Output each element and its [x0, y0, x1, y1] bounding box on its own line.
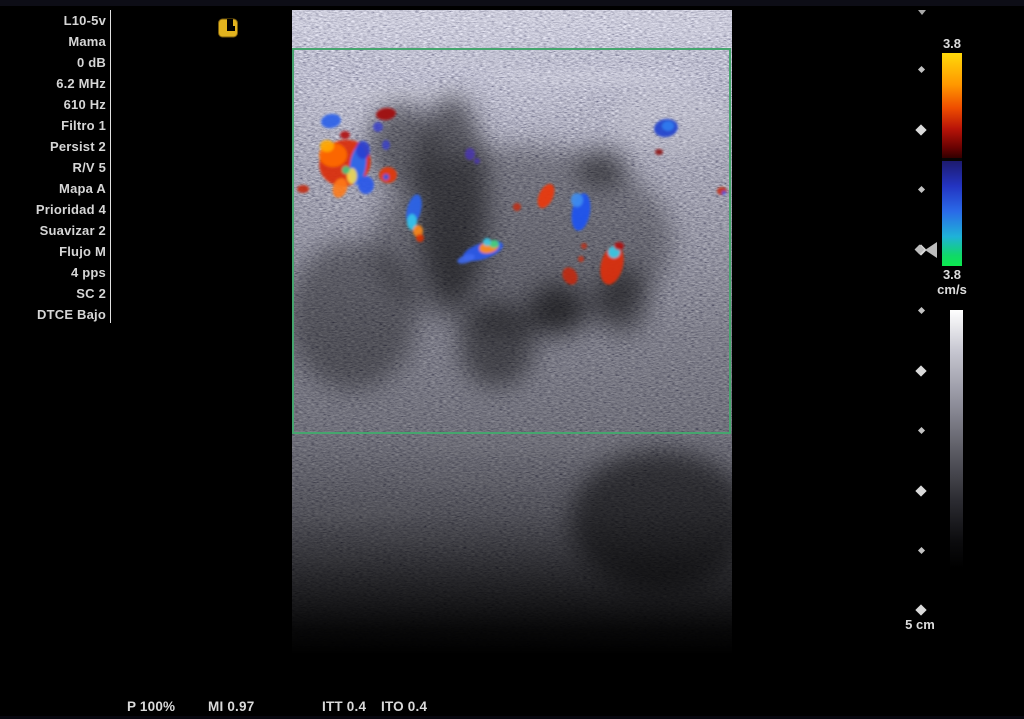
doppler-flow-blob	[320, 140, 334, 152]
doppler-colorbar	[942, 53, 962, 266]
doppler-flow-blob	[465, 148, 475, 160]
focus-marker-icon[interactable]	[925, 242, 937, 258]
depth-tick-diamond-icon	[915, 485, 926, 496]
sidebar-param: Prioridad 4	[0, 199, 106, 220]
doppler-flow-blob	[342, 166, 350, 174]
depth-tick-diamond-icon	[918, 66, 925, 73]
ultrasound-screen: L10-5vMama0 dB6.2 MHz610 HzFiltro 1Persi…	[0, 0, 1024, 719]
acoustic-power-readout: P 100%	[127, 699, 175, 714]
doppler-flow-blob	[722, 191, 726, 195]
doppler-flow-blob	[474, 158, 480, 164]
colorbar-positive-gradient	[942, 53, 962, 158]
doppler-flow-blob	[373, 122, 383, 132]
grayscale-bar	[950, 310, 963, 568]
depth-tick-triangle-icon	[918, 10, 926, 15]
doppler-flow-blob	[383, 174, 389, 180]
colorbar-negative-gradient	[942, 161, 962, 266]
depth-scale-label: 5 cm	[898, 617, 942, 632]
depth-tick-diamond-icon	[918, 186, 925, 193]
doppler-flow-blob	[416, 234, 424, 242]
depth-tick-diamond-icon	[915, 365, 926, 376]
depth-shading	[292, 10, 732, 655]
doppler-flow-blob	[571, 193, 583, 207]
sidebar-param: Flujo M	[0, 241, 106, 262]
sidebar-param: 0 dB	[0, 52, 106, 73]
sidebar-divider	[110, 10, 111, 323]
sidebar-param: 610 Hz	[0, 94, 106, 115]
sidebar-param: 4 pps	[0, 262, 106, 283]
velocity-scale-max: 3.8	[938, 36, 966, 51]
doppler-flow-blob	[356, 141, 370, 159]
sidebar-param: DTCE Bajo	[0, 304, 106, 325]
doppler-flow-blob	[358, 176, 374, 194]
sidebar-param: Persist 2	[0, 136, 106, 157]
ultrasound-image[interactable]	[292, 10, 732, 655]
top-strip	[0, 0, 1024, 6]
probe-orientation-marker-icon	[218, 18, 238, 38]
sidebar-param: Mama	[0, 31, 106, 52]
doppler-flow-blob	[662, 121, 674, 131]
velocity-scale-min: 3.8	[938, 267, 966, 282]
doppler-flow-blob	[614, 242, 624, 250]
sidebar-param: Mapa A	[0, 178, 106, 199]
depth-tick-diamond-icon	[918, 427, 925, 434]
doppler-flow-blob	[340, 131, 350, 139]
thermal-index-soft-tissue-readout: ITT 0.4	[322, 699, 366, 714]
sidebar-param: L10-5v	[0, 10, 106, 31]
sidebar-param: SC 2	[0, 283, 106, 304]
sidebar-params: L10-5vMama0 dB6.2 MHz610 HzFiltro 1Persi…	[0, 10, 106, 325]
sidebar-param: 6.2 MHz	[0, 73, 106, 94]
depth-tick-diamond-icon	[918, 547, 925, 554]
sidebar-param: R/V 5	[0, 157, 106, 178]
doppler-flow-blob	[297, 185, 309, 193]
doppler-flow-blob	[578, 256, 584, 262]
mechanical-index-readout: MI 0.97	[208, 699, 254, 714]
doppler-flow-blob	[382, 140, 390, 150]
depth-tick-diamond-icon	[915, 604, 926, 615]
depth-tick-diamond-icon	[918, 307, 925, 314]
velocity-scale-unit: cm/s	[929, 282, 975, 297]
depth-tick-diamond-icon	[915, 124, 926, 135]
doppler-flow-blob	[483, 238, 491, 246]
doppler-flow-blob	[655, 149, 663, 155]
sidebar-param: Suavizar 2	[0, 220, 106, 241]
sidebar-param: Filtro 1	[0, 115, 106, 136]
doppler-flow-blob	[581, 243, 587, 249]
thermal-index-bone-readout: ITO 0.4	[381, 699, 427, 714]
doppler-flow-blob	[513, 203, 521, 211]
